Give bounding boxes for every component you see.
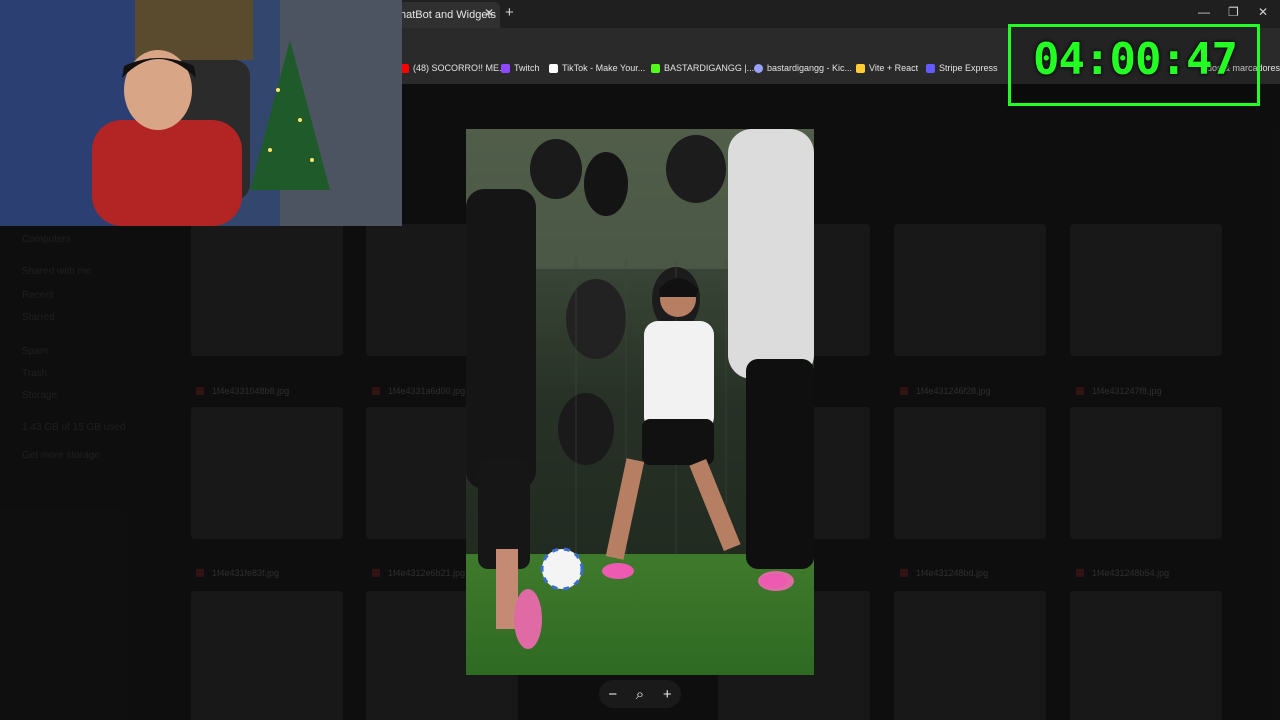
soccer-photo (466, 129, 814, 675)
photo-preview[interactable] (466, 129, 814, 675)
tiktok-icon (549, 63, 558, 73)
gear-icon (754, 63, 763, 73)
bookmark-vite[interactable]: Vite + React (856, 63, 918, 73)
zoom-out-button[interactable]: − (608, 686, 617, 703)
kick-icon (651, 63, 660, 73)
zoom-in-button[interactable]: + (663, 686, 672, 703)
stripe-icon (926, 63, 935, 73)
close-tab-icon[interactable]: ✕ (484, 6, 494, 20)
maximize-button[interactable]: ❐ (1228, 5, 1239, 19)
bookmark-twitch[interactable]: Twitch (501, 63, 540, 73)
vite-icon (856, 63, 865, 73)
bookmark-label: Twitch (514, 63, 540, 73)
webcam-image (0, 0, 402, 226)
active-tab-title: hatBot and Widgets (400, 9, 497, 21)
bookmark-label: Vite + React (869, 63, 919, 73)
bookmark-tiktok[interactable]: TikTok - Make Your... (549, 63, 645, 73)
minimize-button[interactable]: — (1198, 5, 1210, 19)
webcam-overlay (0, 0, 402, 226)
bookmark-label: BASTARDIGANGG |... (664, 63, 755, 73)
bookmark-label: TikTok - Make Your... (562, 63, 646, 73)
stream-timer: 04:00:47 (1033, 34, 1238, 85)
bookmark-kick[interactable]: BASTARDIGANGG |... (651, 63, 754, 73)
bookmark-stripe[interactable]: Stripe Express (926, 63, 998, 73)
bookmark-kick-channel[interactable]: bastardigangg - Kic... (754, 63, 852, 73)
bookmark-label: bastardigangg - Kic... (767, 63, 853, 73)
new-tab-button[interactable]: + (505, 4, 514, 21)
twitch-icon (501, 63, 510, 73)
bookmark-youtube[interactable]: (48) SOCORRO!! ME... (400, 63, 507, 73)
close-window-button[interactable]: ✕ (1258, 5, 1268, 19)
bookmark-label: Stripe Express (939, 63, 998, 73)
screen: hatBot and Widgets ✕ + — ❐ ✕ (48) SOCORR… (0, 0, 1280, 720)
zoom-icon[interactable]: ⌕ (636, 686, 644, 703)
zoom-toolbar: − ⌕ + (599, 680, 681, 708)
bookmark-label: (48) SOCORRO!! ME... (413, 63, 507, 73)
